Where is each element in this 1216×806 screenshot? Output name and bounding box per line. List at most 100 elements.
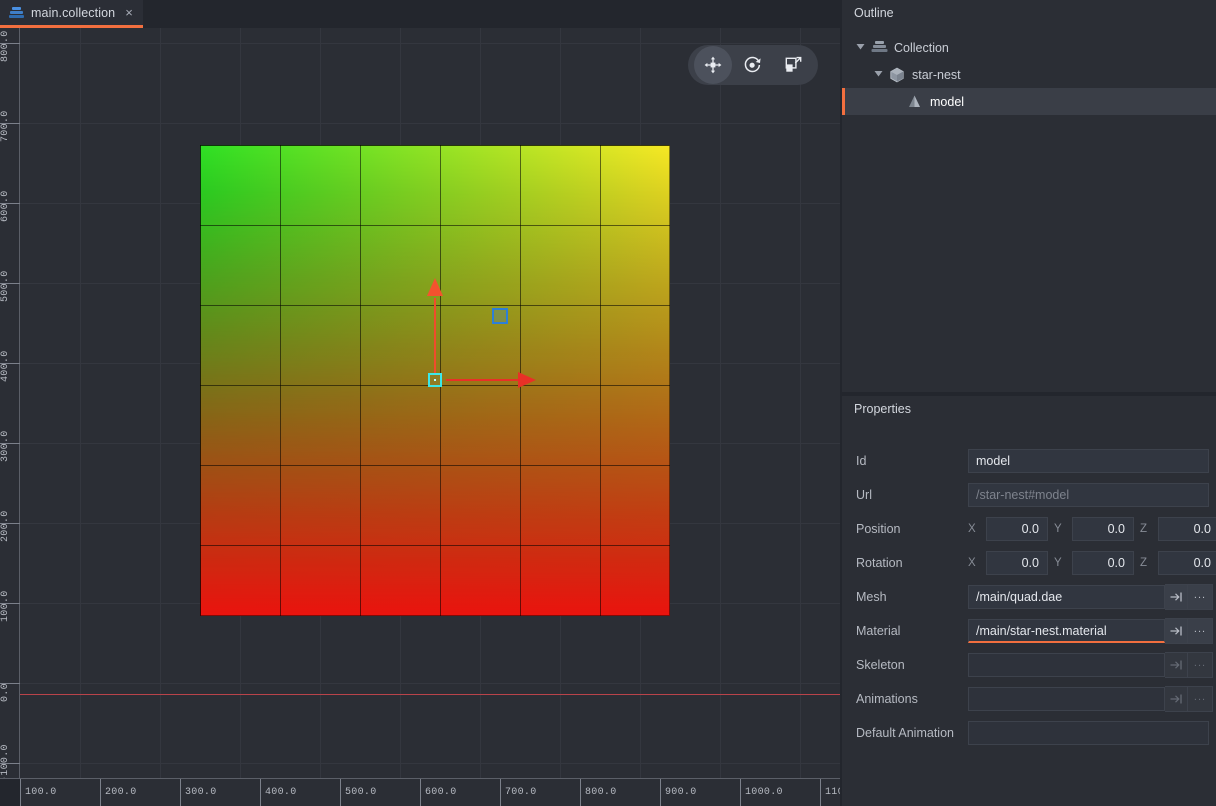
tab-main-collection[interactable]: main.collection ×	[0, 0, 143, 28]
axis-label-x: X	[968, 557, 986, 569]
property-label-position: Position	[856, 522, 968, 536]
animations-goto-button[interactable]	[1165, 686, 1188, 712]
properties-list: IdmodelUrl/star-nest#modelPositionX0.0Y0…	[842, 444, 1216, 750]
ruler-x-label: 100.0	[25, 787, 57, 798]
outline-tree: Collection star-nest model	[842, 34, 1216, 115]
ruler-y-label: 400.0	[0, 304, 11, 382]
ruler-corner	[0, 778, 20, 806]
caret-placeholder	[892, 96, 903, 107]
property-field-area: X0.0Y0.0Z0.0	[968, 551, 1216, 575]
outline-item-model[interactable]: model	[842, 88, 1216, 115]
ruler-x-tick: 500.0	[340, 779, 420, 806]
mesh-browse-button[interactable]: ...	[1188, 584, 1213, 610]
property-field-area: X0.0Y0.0Z0.0	[968, 517, 1216, 541]
ruler-x-label: 200.0	[105, 787, 137, 798]
ruler-y-label: -100.0	[0, 704, 11, 782]
axis-label-z: Z	[1140, 523, 1158, 535]
material-goto-button[interactable]	[1165, 618, 1188, 644]
tab-bar: main.collection ×	[0, 0, 840, 28]
tab-label: main.collection	[31, 6, 115, 20]
go-icon	[889, 67, 906, 82]
rotate-tool-button[interactable]	[734, 46, 772, 84]
property-label-material: Material	[856, 624, 968, 638]
property-row-id: Idmodel	[842, 444, 1216, 478]
properties-title: Properties	[854, 402, 911, 416]
property-row-default-animation: Default Animation	[842, 716, 1216, 750]
ruler-x-tick: 700.0	[500, 779, 580, 806]
ruler-x-tick: 200.0	[100, 779, 180, 806]
property-label-id: Id	[856, 454, 968, 468]
animations-browse-button[interactable]: ...	[1188, 686, 1213, 712]
game-object-icon	[889, 67, 905, 83]
url-field[interactable]: /star-nest#model	[968, 483, 1209, 507]
scale-icon	[783, 55, 803, 75]
property-row-mesh: Mesh/main/quad.dae...	[842, 580, 1216, 614]
skeleton-goto-button[interactable]	[1165, 652, 1188, 678]
id-field[interactable]: model	[968, 449, 1209, 473]
default-animation-field[interactable]	[968, 721, 1209, 745]
material-browse-button[interactable]: ...	[1188, 618, 1213, 644]
ruler-x-label: 500.0	[345, 787, 377, 798]
property-label-rotation: Rotation	[856, 556, 968, 570]
property-row-material: Material/main/star-nest.material...	[842, 614, 1216, 648]
rotation-x-field[interactable]: 0.0	[986, 551, 1048, 575]
ruler-x-label: 600.0	[425, 787, 457, 798]
property-field-area: /main/star-nest.material...	[968, 618, 1216, 644]
horizontal-ruler: 100.0200.0300.0400.0500.0600.0700.0800.0…	[0, 778, 840, 806]
collection-icon	[9, 6, 24, 19]
move-tool-button[interactable]	[694, 46, 732, 84]
chevron-down-icon[interactable]	[856, 42, 867, 53]
ruler-x-tick: 300.0	[180, 779, 260, 806]
collection-icon	[871, 40, 888, 55]
property-label-skeleton: Skeleton	[856, 658, 968, 672]
rotation-y-field[interactable]: 0.0	[1072, 551, 1134, 575]
editor-pane: main.collection ×	[0, 0, 840, 806]
rotation-z-field[interactable]: 0.0	[1158, 551, 1216, 575]
model-icon	[907, 94, 922, 109]
world-x-axis-line	[20, 694, 840, 695]
scene-viewport[interactable]: 800.0 700.0 600.0 500.0 400.0 300.0 200.0 100.0…	[0, 28, 840, 806]
rotate-icon	[743, 55, 763, 75]
outline-title: Outline	[854, 6, 894, 20]
skeleton-browse-button[interactable]: ...	[1188, 652, 1213, 678]
position-y-field[interactable]: 0.0	[1072, 517, 1134, 541]
scale-tool-button[interactable]	[774, 46, 812, 84]
ruler-x-label: 1000.0	[745, 787, 783, 798]
right-pane: Outline Collection star-nest model Propert…	[840, 0, 1216, 806]
property-field-area: ...	[968, 686, 1216, 712]
outline-item-label: star-nest	[912, 68, 961, 82]
property-row-position: PositionX0.0Y0.0Z0.0	[842, 512, 1216, 546]
position-x-field[interactable]: 0.0	[986, 517, 1048, 541]
close-icon[interactable]: ×	[125, 6, 133, 19]
resource-buttons: ...	[1165, 584, 1213, 610]
ruler-x-tick: 600.0	[420, 779, 500, 806]
viewport-tool-toolbar	[688, 45, 818, 85]
axis-label-y: Y	[1054, 557, 1072, 569]
material-field[interactable]: /main/star-nest.material	[968, 619, 1165, 643]
quad-outline	[200, 145, 670, 616]
ruler-x-tick: 1000.0	[740, 779, 820, 806]
ruler-x-tick: 100.0	[20, 779, 100, 806]
ruler-y-label: 500.0	[0, 224, 11, 302]
ruler-y-label: 200.0	[0, 464, 11, 542]
property-label-animations: Animations	[856, 692, 968, 706]
outline-item-star-nest[interactable]: star-nest	[842, 61, 1216, 88]
mesh-field[interactable]: /main/quad.dae	[968, 585, 1165, 609]
animations-field[interactable]	[968, 687, 1165, 711]
property-row-rotation: RotationX0.0Y0.0Z0.0	[842, 546, 1216, 580]
property-label-mesh: Mesh	[856, 590, 968, 604]
property-row-url: Url/star-nest#model	[842, 478, 1216, 512]
move-icon	[703, 55, 723, 75]
vertical-ruler: 800.0700.0600.0500.0400.0300.0200.0100.0…	[0, 28, 20, 778]
ruler-x-tick: 900.0	[660, 779, 740, 806]
chevron-down-icon[interactable]	[874, 69, 885, 80]
skeleton-field[interactable]	[968, 653, 1165, 677]
mesh-goto-button[interactable]	[1165, 584, 1188, 610]
ruler-x-label: 300.0	[185, 787, 217, 798]
defold-editor-window: main.collection ×	[0, 0, 1216, 806]
property-label-url: Url	[856, 488, 968, 502]
ruler-x-label: 400.0	[265, 787, 297, 798]
ruler-y-label: 800.0	[0, 28, 11, 62]
outline-item-collection[interactable]: Collection	[842, 34, 1216, 61]
position-z-field[interactable]: 0.0	[1158, 517, 1216, 541]
